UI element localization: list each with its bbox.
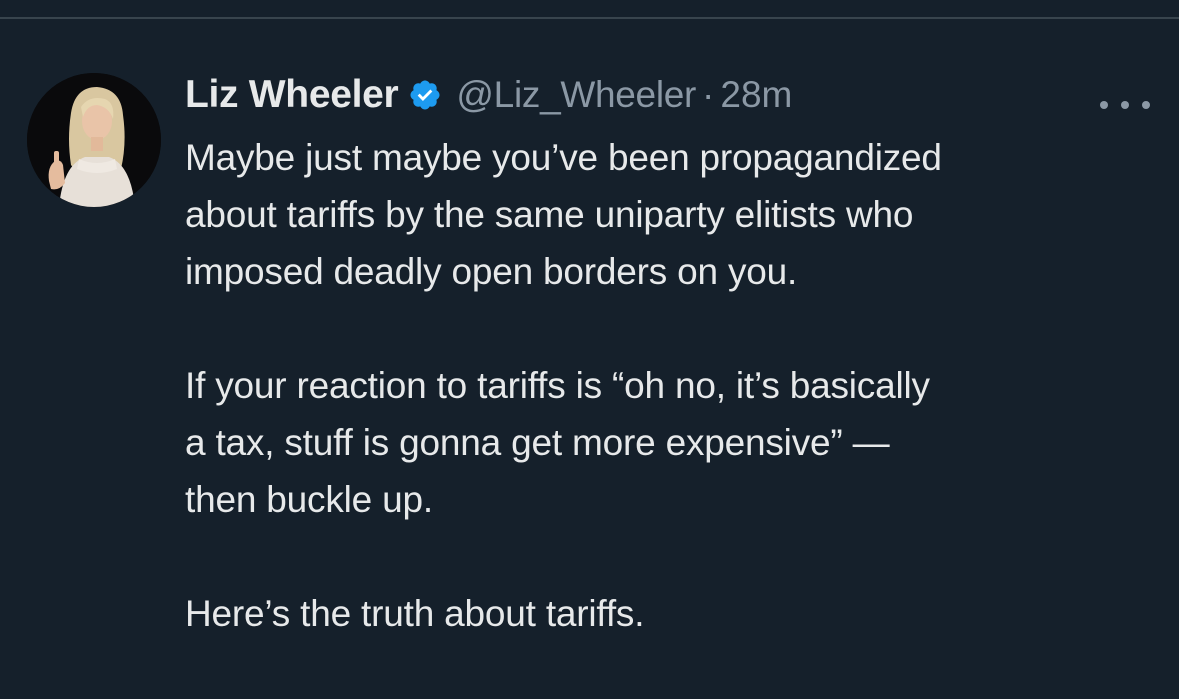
more-options-icon[interactable] — [1100, 95, 1150, 115]
tweet-text: Maybe just maybe you’ve been propagandiz… — [185, 129, 1160, 642]
tweet-text-line: about tariffs by the same uniparty eliti… — [185, 194, 914, 235]
tweet-timestamp[interactable]: 28m — [720, 74, 792, 116]
verified-badge-icon[interactable] — [408, 78, 442, 112]
avatar[interactable] — [27, 73, 161, 207]
tweet-text-line: a tax, stuff is gonna get more expensive… — [185, 422, 890, 463]
tweet-paragraph: Here’s the truth about tariffs. — [185, 585, 1160, 642]
author-display-name[interactable]: Liz Wheeler — [185, 73, 399, 117]
tweet-text-line: then buckle up. — [185, 479, 433, 520]
tweet[interactable]: Liz Wheeler @Liz_Wheeler · 28m Maybe jus… — [0, 19, 1179, 699]
tweet-text-line: Maybe just maybe you’ve been propagandiz… — [185, 137, 942, 178]
tweet-text-line: imposed deadly open borders on you. — [185, 251, 798, 292]
header-separator: · — [702, 74, 715, 115]
tweet-paragraph: Maybe just maybe you’ve been propagandiz… — [185, 129, 1160, 300]
tweet-header: Liz Wheeler @Liz_Wheeler · 28m — [185, 71, 792, 119]
tweet-text-line: If your reaction to tariffs is “oh no, i… — [185, 365, 930, 406]
avatar-image — [27, 73, 161, 207]
author-handle[interactable]: @Liz_Wheeler — [456, 74, 696, 116]
tweet-paragraph: If your reaction to tariffs is “oh no, i… — [185, 357, 1160, 528]
tweet-text-line: Here’s the truth about tariffs. — [185, 593, 645, 634]
